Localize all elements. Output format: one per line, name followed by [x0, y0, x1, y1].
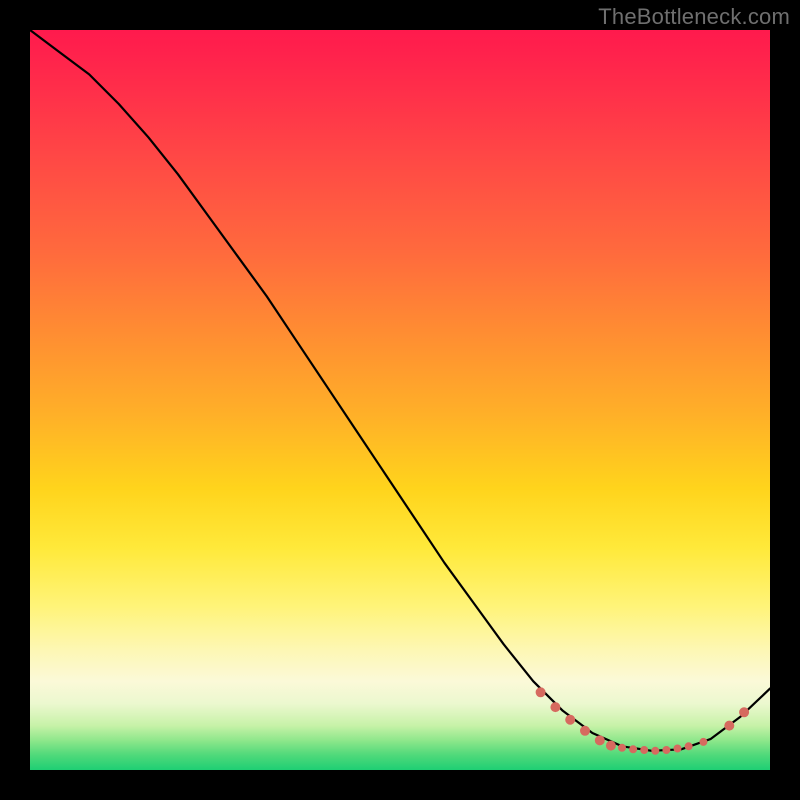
watermark-text: TheBottleneck.com [598, 4, 790, 30]
chart-stage: TheBottleneck.com [0, 0, 800, 800]
gradient-plot-area [30, 30, 770, 770]
